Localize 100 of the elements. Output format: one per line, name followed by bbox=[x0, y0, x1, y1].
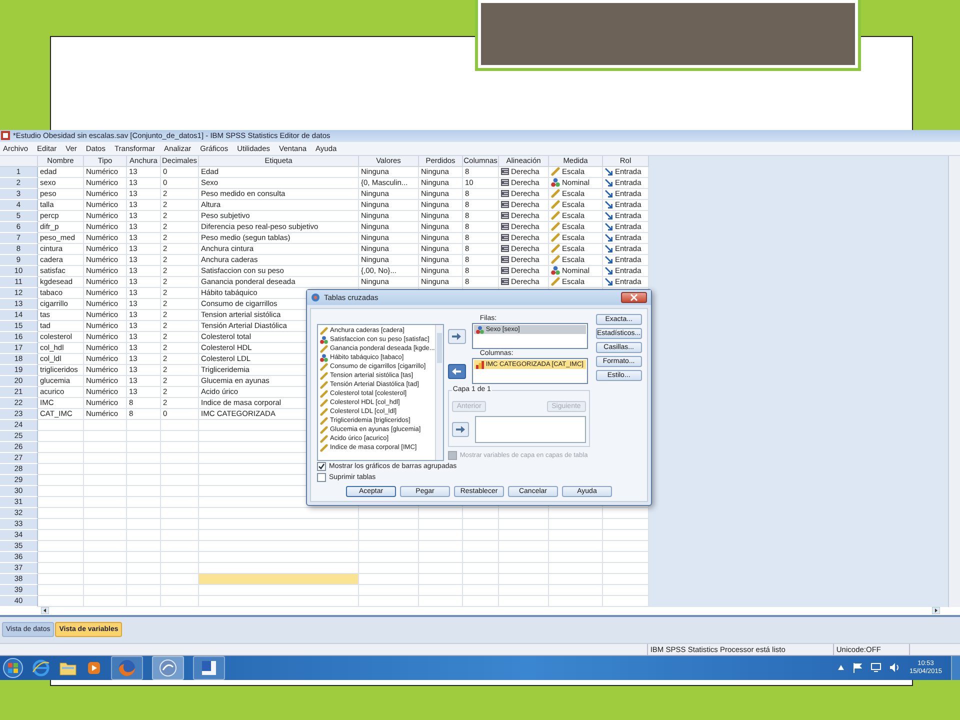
empty-cell[interactable] bbox=[463, 530, 499, 540]
empty-cell[interactable] bbox=[499, 518, 549, 530]
move-button[interactable] bbox=[448, 328, 466, 344]
empty-cell[interactable] bbox=[359, 552, 419, 562]
empty-cell[interactable] bbox=[84, 464, 127, 474]
list-scrollbar[interactable] bbox=[434, 325, 443, 460]
empty-cell[interactable] bbox=[359, 562, 419, 574]
caret-up-icon[interactable] bbox=[838, 665, 844, 670]
empty-cell[interactable] bbox=[549, 552, 603, 562]
empty-cell[interactable] bbox=[84, 562, 127, 574]
corner-cell[interactable] bbox=[0, 156, 38, 166]
empty-cell[interactable] bbox=[463, 508, 499, 518]
empty-cell[interactable] bbox=[161, 540, 199, 552]
empty-cell[interactable] bbox=[463, 552, 499, 562]
flag-icon[interactable] bbox=[853, 662, 862, 673]
close-button[interactable] bbox=[621, 292, 647, 303]
checkbox[interactable] bbox=[317, 462, 326, 471]
empty-cell[interactable] bbox=[549, 530, 603, 540]
empty-cell[interactable] bbox=[549, 574, 603, 584]
empty-cell[interactable] bbox=[419, 584, 463, 596]
scroll-left-icon[interactable] bbox=[41, 607, 49, 614]
empty-cell[interactable] bbox=[127, 530, 161, 540]
empty-cell[interactable] bbox=[161, 552, 199, 562]
empty-cell[interactable] bbox=[359, 518, 419, 530]
empty-cell[interactable] bbox=[84, 574, 127, 584]
empty-cell[interactable] bbox=[419, 530, 463, 540]
empty-cell[interactable] bbox=[549, 518, 603, 530]
empty-cell[interactable] bbox=[161, 464, 199, 474]
empty-cell[interactable] bbox=[161, 508, 199, 518]
empty-cell[interactable] bbox=[127, 508, 161, 518]
monitor-icon[interactable] bbox=[871, 663, 882, 672]
empty-cell[interactable] bbox=[127, 474, 161, 486]
empty-cell[interactable] bbox=[499, 530, 549, 540]
move-button[interactable] bbox=[448, 364, 466, 378]
empty-cell[interactable] bbox=[549, 508, 603, 518]
scroll-right-icon[interactable] bbox=[932, 607, 940, 614]
play-icon[interactable] bbox=[86, 660, 102, 676]
empty-cell[interactable] bbox=[499, 584, 549, 596]
empty-cell[interactable] bbox=[127, 574, 161, 584]
empty-cell[interactable] bbox=[359, 584, 419, 596]
show-desktop-button[interactable] bbox=[951, 656, 960, 680]
vertical-scrollbar[interactable] bbox=[948, 156, 960, 606]
empty-cell[interactable] bbox=[84, 518, 127, 530]
empty-cell[interactable] bbox=[127, 442, 161, 452]
globe-icon[interactable] bbox=[32, 658, 50, 677]
empty-cell[interactable] bbox=[419, 540, 463, 552]
empty-cell[interactable] bbox=[359, 530, 419, 540]
empty-cell[interactable] bbox=[161, 584, 199, 596]
empty-cell[interactable] bbox=[84, 420, 127, 430]
empty-cell[interactable] bbox=[127, 420, 161, 430]
empty-cell[interactable] bbox=[161, 430, 199, 442]
empty-cell[interactable] bbox=[549, 584, 603, 596]
checkbox[interactable] bbox=[317, 473, 326, 482]
empty-cell[interactable] bbox=[359, 540, 419, 552]
empty-cell[interactable] bbox=[549, 540, 603, 552]
empty-cell[interactable] bbox=[161, 486, 199, 496]
layer-list[interactable] bbox=[475, 416, 586, 443]
empty-cell[interactable] bbox=[84, 508, 127, 518]
empty-cell[interactable] bbox=[161, 496, 199, 508]
empty-cell[interactable] bbox=[463, 574, 499, 584]
empty-cell[interactable] bbox=[127, 496, 161, 508]
start-button[interactable] bbox=[3, 658, 23, 678]
empty-cell[interactable] bbox=[127, 562, 161, 574]
empty-cell[interactable] bbox=[84, 442, 127, 452]
empty-cell[interactable] bbox=[84, 486, 127, 496]
empty-cell[interactable] bbox=[499, 552, 549, 562]
empty-cell[interactable] bbox=[84, 452, 127, 464]
empty-cell[interactable] bbox=[419, 574, 463, 584]
selected-cell[interactable] bbox=[199, 574, 359, 584]
empty-cell[interactable] bbox=[499, 562, 549, 574]
empty-cell[interactable] bbox=[199, 584, 359, 596]
empty-cell[interactable] bbox=[127, 452, 161, 464]
empty-cell[interactable] bbox=[199, 508, 359, 518]
empty-cell[interactable] bbox=[199, 540, 359, 552]
document-icon[interactable] bbox=[193, 656, 225, 680]
empty-cell[interactable] bbox=[549, 562, 603, 574]
empty-cell[interactable] bbox=[161, 562, 199, 574]
empty-cell[interactable] bbox=[199, 530, 359, 540]
empty-cell[interactable] bbox=[199, 518, 359, 530]
circle-app-icon[interactable] bbox=[152, 656, 184, 680]
empty-cell[interactable] bbox=[161, 420, 199, 430]
empty-cell[interactable] bbox=[419, 518, 463, 530]
empty-cell[interactable] bbox=[84, 430, 127, 442]
empty-cell[interactable] bbox=[84, 584, 127, 596]
empty-cell[interactable] bbox=[161, 452, 199, 464]
move-button[interactable] bbox=[452, 422, 470, 437]
empty-cell[interactable] bbox=[463, 584, 499, 596]
fox-globe-icon[interactable] bbox=[111, 656, 143, 680]
empty-cell[interactable] bbox=[127, 464, 161, 474]
empty-cell[interactable] bbox=[84, 496, 127, 508]
speaker-icon[interactable] bbox=[890, 663, 900, 672]
empty-cell[interactable] bbox=[127, 430, 161, 442]
empty-cell[interactable] bbox=[84, 530, 127, 540]
empty-cell[interactable] bbox=[127, 540, 161, 552]
empty-cell[interactable] bbox=[161, 518, 199, 530]
empty-cell[interactable] bbox=[84, 552, 127, 562]
empty-cell[interactable] bbox=[419, 508, 463, 518]
empty-cell[interactable] bbox=[161, 530, 199, 540]
empty-cell[interactable] bbox=[161, 442, 199, 452]
variable-list[interactable] bbox=[317, 324, 444, 461]
